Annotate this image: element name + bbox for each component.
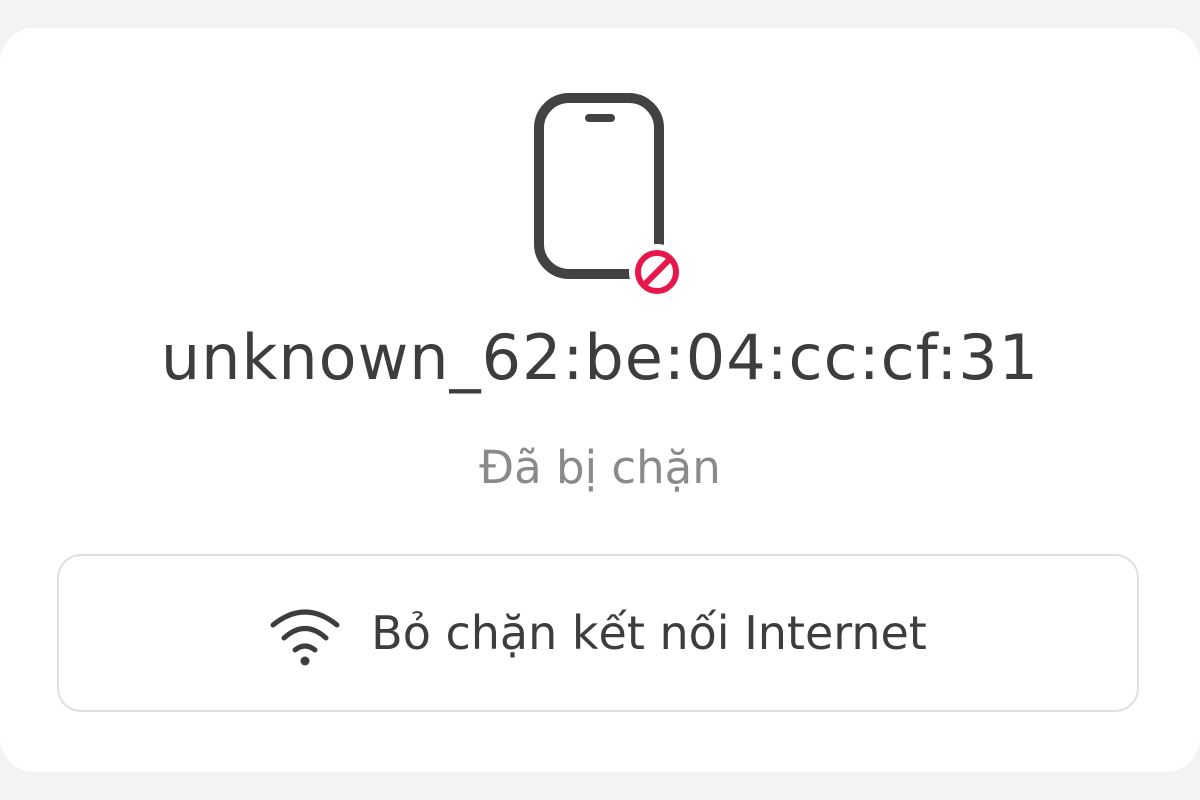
smartphone-icon: [534, 93, 685, 300]
unblock-internet-button[interactable]: Bỏ chặn kết nối Internet: [57, 554, 1139, 712]
device-name: unknown_62:be:04:cc:cf:31: [160, 321, 1040, 394]
status-text: Đã bị chặn: [479, 441, 721, 494]
wifi-icon: [270, 609, 340, 666]
unblock-button-label: Bỏ chặn kết nối Internet: [371, 606, 927, 660]
device-card: unknown_62:be:04:cc:cf:31 Đã bị chặn Bỏ …: [0, 28, 1200, 772]
blocked-icon: [629, 244, 685, 300]
